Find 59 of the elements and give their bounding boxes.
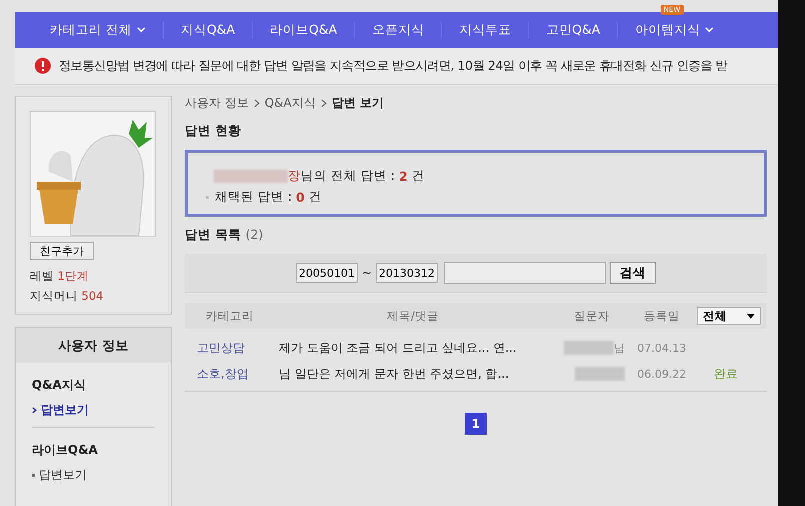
stat-value: 504	[82, 289, 104, 303]
category-link[interactable]: 고민상담	[185, 340, 279, 356]
unit-text: 건	[412, 168, 425, 185]
range-separator: ~	[362, 266, 372, 280]
date-cell-text: 07.04.13	[636, 342, 688, 354]
blurred-text	[575, 367, 625, 381]
section-title: Q&A지식	[32, 377, 87, 394]
column-header: 질문자	[573, 308, 611, 324]
asker-suffix: 님	[614, 340, 625, 356]
column-header: 제목/댓글	[386, 308, 440, 324]
nav-link[interactable]: 오픈지식	[372, 22, 424, 38]
panel-title: 사용자 정보	[16, 328, 171, 363]
status-text: 완료	[714, 366, 738, 380]
chosen-count: 0	[296, 190, 305, 205]
name-suffix: 장	[288, 168, 301, 185]
count-text: (2)	[246, 227, 264, 242]
date-cell-text: 06.09.22	[636, 368, 688, 380]
nav-link[interactable]: 카테고리 전체	[50, 22, 132, 38]
notice-text: 정보통신망법 변경에 따라 질문에 대한 답변 알림을 지속적으로 받으시려면, 10월 24일 이후 꼭 새로운 휴대전화 신규 인증을 받	[59, 58, 728, 74]
answer-title-link[interactable]: 제가 도움이 조금 되어 드리고 싶네요... 연...	[279, 340, 551, 356]
menu-link[interactable]: 답변보기	[39, 467, 87, 484]
breadcrumb-link[interactable]: Q&A지식	[264, 95, 316, 112]
chevron-icon	[32, 407, 37, 414]
section-title: 답변 현황	[185, 123, 242, 140]
bullet-icon	[206, 196, 209, 199]
nav-link[interactable]: 지식투표	[459, 22, 512, 38]
section-title: 답변 목록	[185, 227, 242, 242]
chevron-icon	[320, 99, 327, 108]
breadcrumb-link[interactable]: 사용자 정보	[185, 95, 249, 112]
alert-icon	[35, 58, 51, 74]
blurred-text	[564, 341, 614, 355]
unit-text: 건	[308, 189, 322, 206]
date-field[interactable]: 20130312	[376, 263, 438, 283]
stat-label: 레벨	[30, 269, 54, 283]
chevron-icon	[254, 99, 260, 108]
filter-dropdown[interactable]: 전체	[697, 307, 761, 325]
summary-label: 님의 전체 답변 :	[301, 168, 396, 185]
search-field[interactable]	[444, 262, 606, 284]
bullet-icon	[32, 474, 35, 477]
breadcrumb-link[interactable]: 답변 보기	[332, 95, 384, 112]
caret-icon	[747, 314, 755, 318]
stat-value: 1단계	[58, 269, 89, 283]
column-header: 카테고리	[205, 308, 255, 324]
stat-label: 지식머니	[30, 289, 78, 303]
menu-link[interactable]: 답변보기	[41, 402, 89, 419]
answer-count: 2	[399, 169, 408, 184]
search-button[interactable]: 검색	[610, 262, 656, 284]
date-field[interactable]: 20050101	[296, 263, 358, 283]
section-title: 라이브Q&A	[32, 442, 99, 459]
answer-title-link[interactable]: 님 일단은 저에게 문자 한번 주셨으면, 합...	[279, 366, 551, 382]
add-friend-button[interactable]: 친구추가	[30, 242, 94, 260]
page-button[interactable]: 1	[465, 413, 487, 435]
category-link[interactable]: 소호,창업	[185, 366, 279, 382]
nav-link[interactable]: 지식Q&A	[180, 22, 236, 38]
summary-label: 채택된 답변 :	[215, 189, 294, 206]
nav-link[interactable]: 라이브Q&A	[270, 22, 338, 38]
column-header: 등록일	[643, 308, 681, 324]
nav-link[interactable]: 아이템지식	[635, 22, 700, 38]
nav-link[interactable]: 고민Q&A	[546, 22, 600, 38]
